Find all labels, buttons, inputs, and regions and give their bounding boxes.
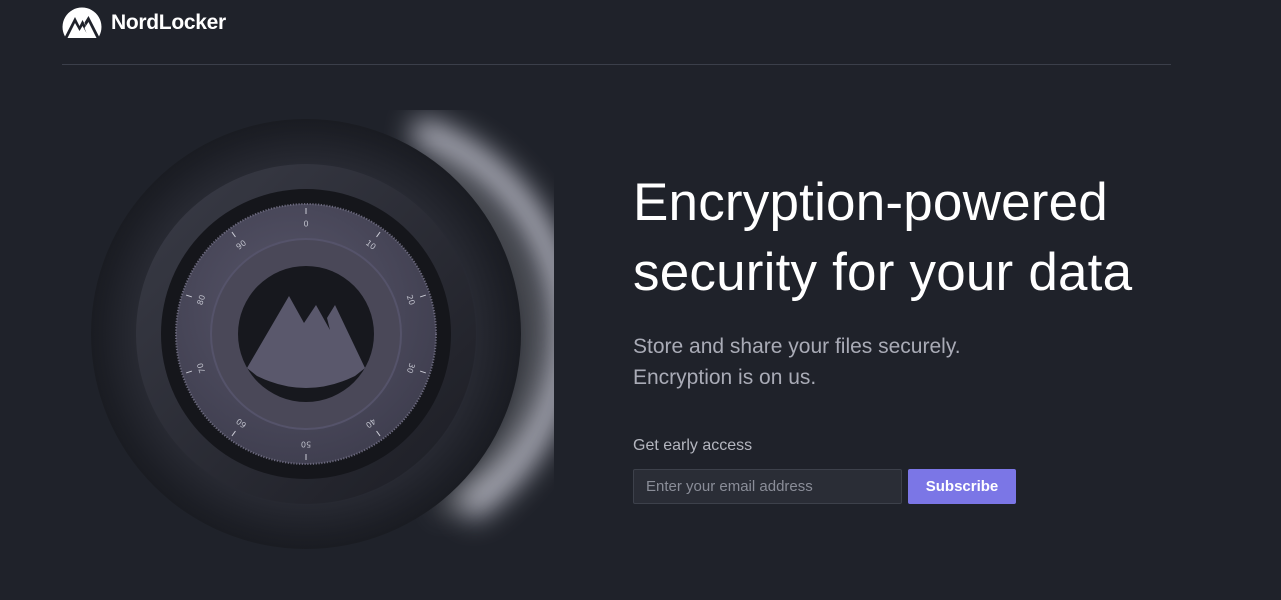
header-divider [62,64,1171,65]
mountain-logo-icon [62,7,102,38]
early-access-label: Get early access [633,437,753,454]
vault-dial-illustration: 0 10 20 30 40 50 60 70 80 90 [84,110,554,560]
dial-tick-label: 50 [301,440,311,449]
hero-subtitle: Store and share your files securely. Enc… [633,331,1253,393]
brand-name: NordLocker [111,11,226,34]
site-header: NordLocker [62,6,226,40]
dial-tick-label: 0 [303,220,308,229]
dial-mountain-icon [238,266,374,402]
subscribe-button[interactable]: Subscribe [908,469,1016,504]
hero-title-line-2: security for your data [633,243,1133,302]
hero-subtitle-line-2: Encryption is on us. [633,366,817,389]
hero-title-line-1: Encryption-powered [633,173,1108,232]
signup-form: Subscribe [633,469,1016,504]
landing-page: NordLocker 0 10 20 30 40 50 60 70 80 90 … [0,0,1281,600]
email-input[interactable] [633,469,902,504]
hero-subtitle-line-1: Store and share your files securely. [633,335,961,358]
logo-link[interactable]: NordLocker [62,7,226,39]
hero-title: Encryption-powered security for your dat… [633,168,1253,308]
hero-section: Encryption-powered security for your dat… [633,168,1253,393]
